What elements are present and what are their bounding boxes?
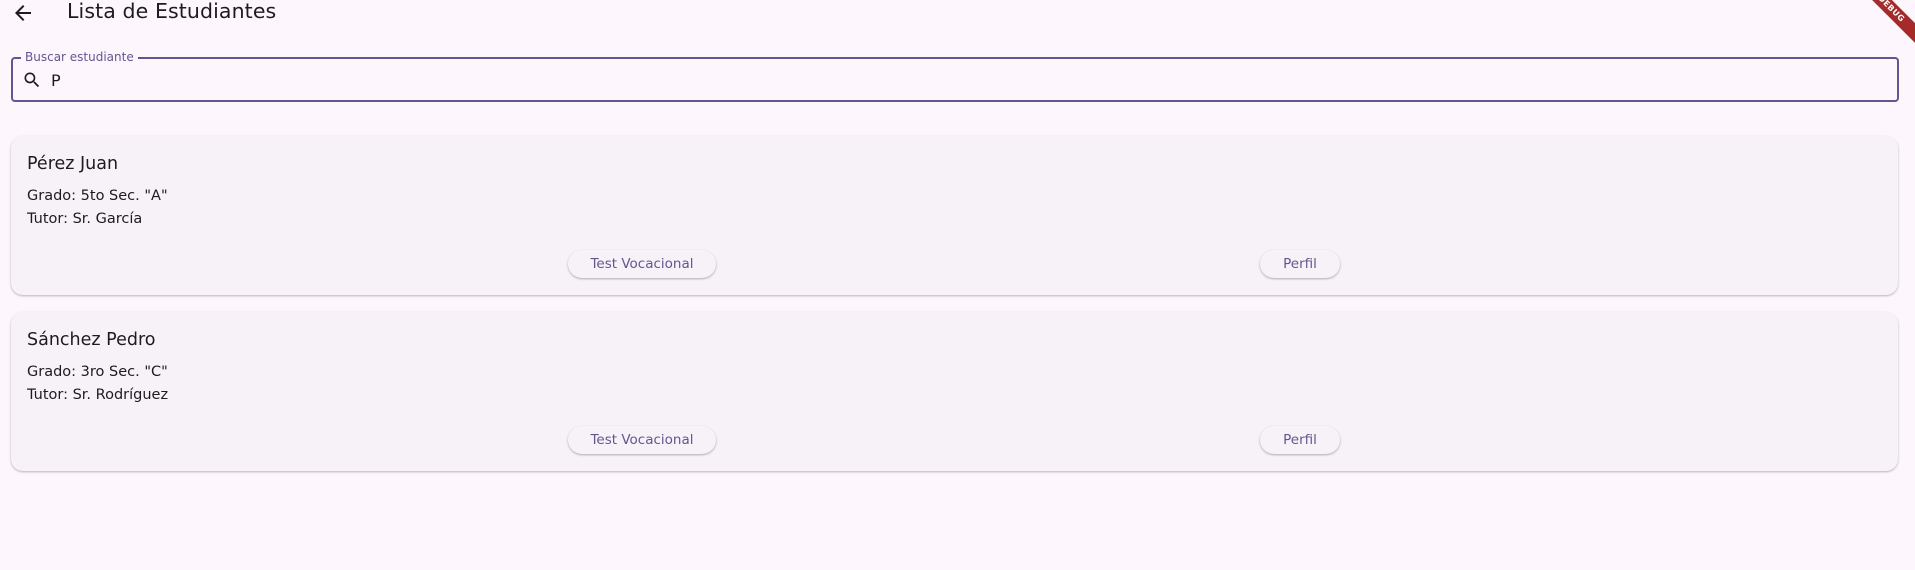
test-vocacional-button[interactable]: Test Vocacional bbox=[568, 426, 716, 454]
student-tutor: Tutor: Sr. Rodríguez bbox=[27, 387, 169, 403]
student-name: Pérez Juan bbox=[27, 154, 119, 174]
debug-banner: DEBUG bbox=[1855, 0, 1915, 60]
student-card: Sánchez Pedro Grado: 3ro Sec. "C" Tutor:… bbox=[11, 312, 1898, 471]
page-title: Lista de Estudiantes bbox=[67, 0, 277, 23]
search-field[interactable]: Buscar estudiante bbox=[11, 50, 1899, 102]
app-bar: Lista de Estudiantes bbox=[0, 0, 1915, 30]
search-input[interactable] bbox=[51, 65, 1851, 95]
test-vocacional-button[interactable]: Test Vocacional bbox=[568, 250, 716, 278]
student-grade: Grado: 5to Sec. "A" bbox=[27, 188, 168, 204]
search-field-label: Buscar estudiante bbox=[21, 50, 138, 64]
back-arrow-icon[interactable] bbox=[11, 1, 35, 25]
search-icon bbox=[22, 70, 42, 90]
student-tutor: Tutor: Sr. García bbox=[27, 211, 143, 227]
student-name: Sánchez Pedro bbox=[27, 330, 156, 350]
perfil-button[interactable]: Perfil bbox=[1260, 250, 1340, 278]
student-grade: Grado: 3ro Sec. "C" bbox=[27, 364, 168, 380]
student-card: Pérez Juan Grado: 5to Sec. "A" Tutor: Sr… bbox=[11, 136, 1898, 295]
perfil-button[interactable]: Perfil bbox=[1260, 426, 1340, 454]
debug-ribbon-label: DEBUG bbox=[1855, 0, 1915, 50]
